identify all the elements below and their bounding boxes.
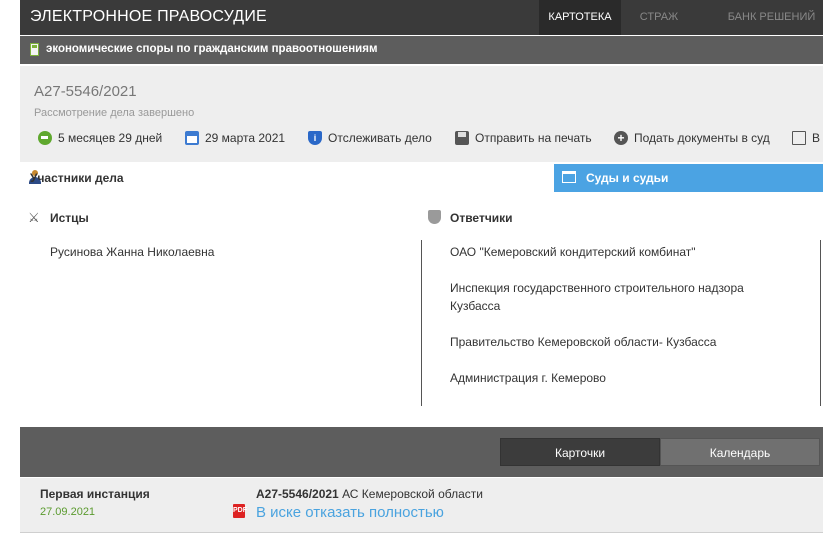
plus-icon: + [614,131,628,145]
crossed-swords-icon: ⚔ [28,210,40,225]
tab-participants-label[interactable]: Участники дела [30,171,124,185]
clock-icon [38,131,52,145]
column-edge [820,240,821,406]
duration-label: 5 месяцев 29 дней [58,131,163,145]
nav-tab-strazh[interactable]: СТРАЖ [634,0,684,35]
pdf-icon[interactable]: PDF [233,504,247,518]
track-case-button[interactable]: i Отслеживать дело [308,131,432,145]
column-divider [421,240,422,406]
brand-logo-text[interactable]: ЭЛЕКТРОННОЕ ПРАВОСУДИЕ [30,8,267,26]
date-button[interactable]: 29 марта 2021 [185,131,285,145]
instance-court: АС Кемеровской области [338,487,483,501]
decision-link[interactable]: В иске отказать полностью [256,504,444,521]
shield-info-icon: i [308,131,322,145]
case-number: А27-5546/2021 [34,83,137,100]
duration-button[interactable]: 5 месяцев 29 дней [38,131,162,145]
plaintiff-item[interactable]: Русинова Жанна Николаевна [50,245,214,259]
more-toolbar-label: В [812,131,821,145]
document-icon [30,43,39,56]
category-bar: экономические споры по гражданским право… [20,36,823,64]
defendant-item[interactable]: Инспекция государственного строительного… [450,279,770,315]
more-toolbar-button[interactable]: В [792,131,820,145]
print-button[interactable]: Отправить на печать [455,131,592,145]
date-label: 29 марта 2021 [205,131,286,145]
track-case-label: Отслеживать дело [328,131,432,145]
submit-documents-label: Подать документы в суд [634,131,770,145]
top-bar: ЭЛЕКТРОННОЕ ПРАВОСУДИЕ КАРТОТЕКА СТРАЖ Б… [20,0,823,35]
nav-tab-bank-resheniy[interactable]: БАНК РЕШЕНИЙ [720,0,823,35]
submit-documents-button[interactable]: + Подать документы в суд [614,131,770,145]
calendar-icon [185,131,199,145]
nav-tab-kartoteka[interactable]: КАРТОТЕКА [539,0,621,35]
case-status: Рассмотрение дела завершено [34,107,195,119]
defendant-item[interactable]: ОАО "Кемеровский кондитерский комбинат" [450,243,770,261]
shield-icon [428,210,441,224]
printer-icon [455,131,469,145]
print-label: Отправить на печать [475,131,592,145]
instance-title: Первая инстанция [40,487,150,501]
instance-case-info: А27-5546/2021 АС Кемеровской области [256,487,483,501]
defendant-item[interactable]: Администрация г. Кемерово [450,369,770,387]
plaintiffs-title: Истцы [50,211,89,225]
cards-view-button[interactable]: Карточки [500,438,660,466]
courthouse-icon [562,171,576,183]
category-label: экономические споры по гражданским право… [46,43,378,55]
card-icon [792,131,806,145]
defendants-title: Ответчики [450,211,513,225]
instance-date: 27.09.2021 [40,506,96,518]
tab-courts-label[interactable]: Суды и судьи [586,171,668,185]
case-header: А27-5546/2021 Рассмотрение дела завершен… [20,66,823,162]
defendant-item[interactable]: Правительство Кемеровской области- Кузба… [450,333,770,351]
calendar-view-button[interactable]: Календарь [660,438,820,466]
instance-case-number: А27-5546/2021 [256,487,339,501]
